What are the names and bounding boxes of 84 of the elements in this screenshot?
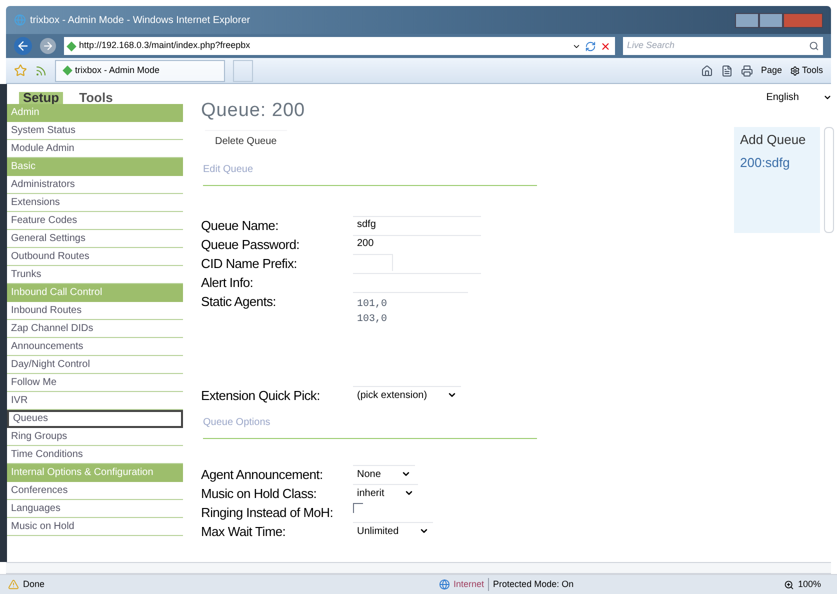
browser-tab[interactable]: trixbox - Admin Mode — [55, 60, 225, 82]
zoom-icon — [784, 580, 794, 590]
sidebar-item[interactable]: Administrators — [7, 176, 183, 194]
sidebar-item[interactable]: Outbound Routes — [7, 248, 183, 266]
dropdown[interactable]: (pick extension) — [353, 386, 462, 403]
site-icon — [66, 41, 76, 51]
print-icon[interactable] — [740, 64, 753, 76]
protected-mode-text: Protected Mode: On — [488, 578, 574, 592]
field-label: Static Agents: — [201, 293, 277, 311]
site-icon — [62, 66, 72, 76]
vertical-scrollbar[interactable] — [824, 127, 834, 233]
sidebar-item[interactable]: Ring Groups — [7, 428, 183, 446]
field-label: Max Wait Time: — [201, 523, 287, 541]
field-label: Alert Info: — [201, 274, 254, 292]
field-label: Ringing Instead of MoH: — [201, 504, 334, 522]
text-field[interactable]: sdfg — [353, 216, 481, 233]
feeds-icon[interactable] — [720, 64, 733, 76]
sidebar-tab[interactable]: Tools — [79, 92, 113, 104]
section-heading: Queue Options — [203, 415, 537, 439]
back-button[interactable] — [14, 37, 32, 55]
browser-icon — [14, 14, 26, 26]
sidebar-item[interactable]: Music on Hold — [7, 518, 183, 536]
sidebar-item[interactable]: Languages — [7, 500, 183, 518]
field-label: CID Name Prefix: — [201, 255, 298, 273]
language-select[interactable]: English — [766, 90, 834, 105]
horizontal-scrollbar[interactable] — [6, 562, 831, 574]
sidebar-item[interactable]: Queues — [7, 410, 183, 428]
section-heading: Edit Queue — [203, 162, 537, 186]
add-favorite-icon[interactable] — [35, 64, 47, 76]
sidebar-item[interactable]: Follow Me — [7, 374, 183, 392]
zoom-control[interactable]: 100% — [784, 578, 829, 592]
globe-icon — [438, 579, 450, 590]
sidebar-section-header: Basic — [7, 158, 183, 176]
address-field[interactable]: http://192.168.0.3/maint/index.php?freepbx — [64, 37, 615, 55]
sidebar-item[interactable]: Feature Codes — [7, 212, 183, 230]
dropdown[interactable]: inherit — [353, 484, 418, 501]
text-field[interactable] — [353, 254, 393, 271]
warning-icon — [8, 579, 19, 590]
sidebar-item[interactable]: Inbound Routes — [7, 302, 183, 320]
window-title: trixbox - Admin Mode - Windows Internet Explorer — [30, 14, 250, 28]
field-label: Queue Password: — [201, 236, 300, 254]
url-text: http://192.168.0.3/maint/index.php?freepbx — [79, 39, 250, 52]
zone-text: Internet — [454, 578, 484, 591]
add-queue-link[interactable]: Add Queue — [740, 130, 814, 150]
sidebar-section-header: Admin — [7, 104, 183, 122]
home-icon[interactable] — [700, 64, 713, 76]
sidebar-item[interactable]: General Settings — [7, 230, 183, 248]
sidebar-item[interactable]: System Status — [7, 122, 183, 140]
field-label: Agent Announcement: — [201, 466, 324, 484]
sidebar-item[interactable]: Announcements — [7, 338, 183, 356]
sidebar-item[interactable]: Conferences — [7, 482, 183, 500]
search-placeholder: Live Search — [627, 39, 675, 52]
dropdown[interactable]: None — [353, 465, 415, 482]
field-label: Extension Quick Pick: — [201, 387, 321, 405]
forward-button[interactable] — [40, 38, 56, 54]
caret-icon — [400, 469, 411, 479]
status-text: Done — [23, 578, 45, 591]
search-icon[interactable] — [809, 41, 819, 51]
queue-link[interactable]: 200:sdfg — [740, 152, 814, 172]
sidebar-tab[interactable]: Setup — [19, 92, 64, 104]
maximize-button[interactable] — [759, 12, 783, 28]
sidebar-section-header: Inbound Call Control — [7, 284, 183, 302]
sidebar-item[interactable]: Zap Channel DIDs — [7, 320, 183, 338]
caret-icon — [447, 390, 458, 400]
sidebar-item[interactable]: Extensions — [7, 194, 183, 212]
text-field[interactable]: 200 — [353, 235, 481, 252]
tab-title: trixbox - Admin Mode — [75, 64, 160, 77]
delete-queue-button[interactable]: Delete Queue — [205, 130, 287, 152]
field-label: Queue Name: — [201, 217, 280, 235]
minimize-button[interactable] — [735, 12, 759, 28]
caret-icon — [823, 93, 832, 102]
stop-icon[interactable] — [600, 40, 611, 52]
dropdown[interactable]: Unlimited — [353, 522, 433, 539]
agents-textarea[interactable]: 101,0 103,0 — [353, 292, 468, 382]
caret-icon — [404, 488, 414, 498]
gear-icon — [790, 66, 800, 76]
tools-menu[interactable]: Tools — [790, 64, 823, 78]
page-title: Queue: 200 — [201, 100, 306, 122]
page-menu[interactable]: Page — [760, 64, 782, 78]
refresh-icon[interactable] — [585, 40, 596, 52]
field-label: Music on Hold Class: — [201, 485, 318, 503]
sidebar-item[interactable]: Day/Night Control — [7, 356, 183, 374]
sidebar-section-header: Internal Options & Configuration — [7, 464, 183, 482]
caret-icon — [418, 526, 429, 536]
